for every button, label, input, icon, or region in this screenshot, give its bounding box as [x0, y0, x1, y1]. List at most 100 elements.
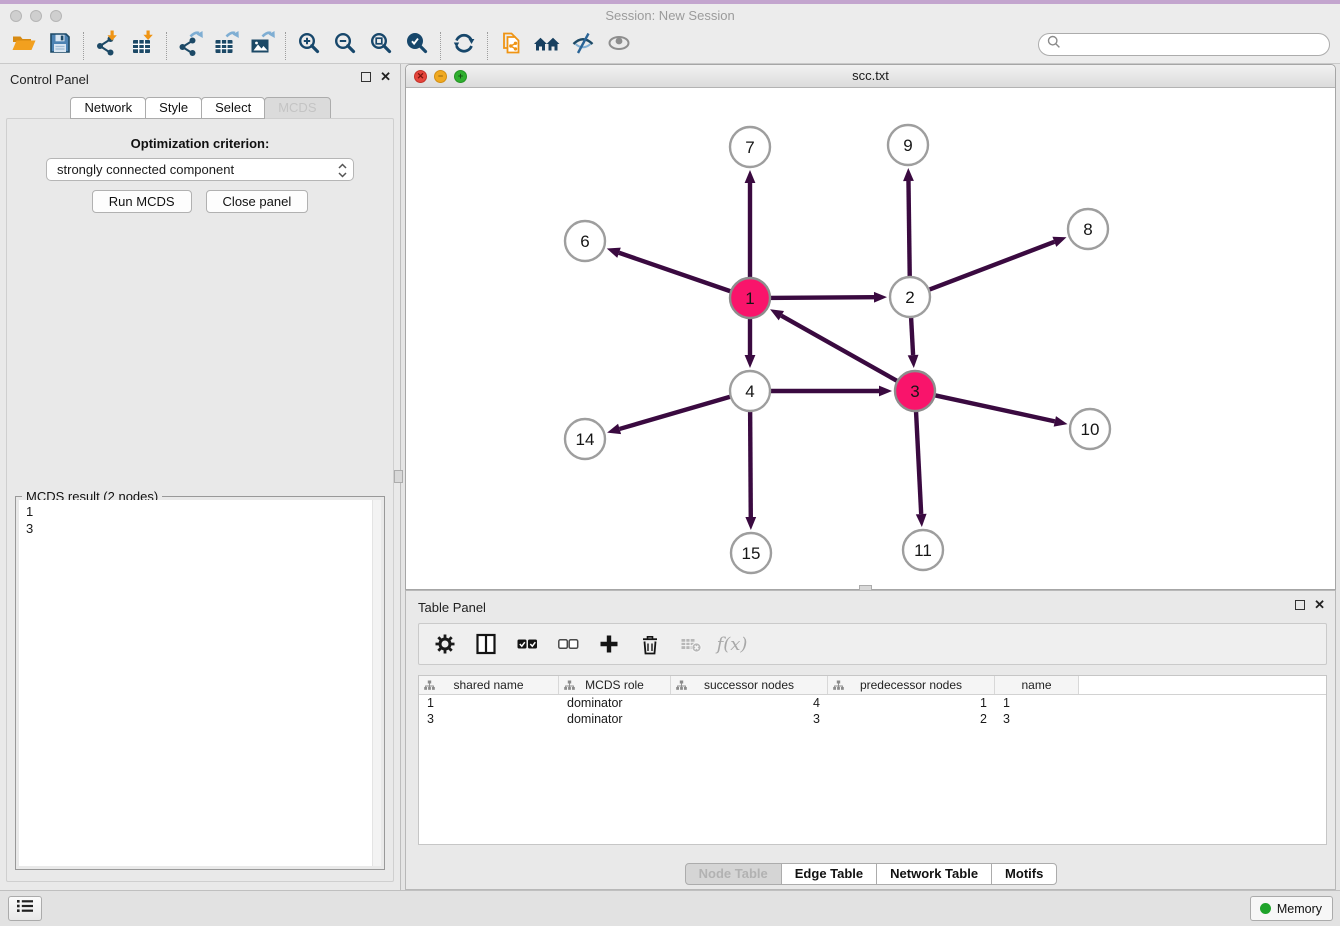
control-tab-select[interactable]: Select	[201, 97, 265, 119]
open-session-button[interactable]	[6, 30, 42, 62]
gear-icon[interactable]	[433, 632, 457, 656]
graph-edge-1-6[interactable]	[607, 248, 733, 292]
minimize-button[interactable]	[30, 10, 42, 22]
mcds-result-text[interactable]: 1 3	[19, 500, 381, 866]
column-header-name[interactable]: name	[995, 676, 1079, 694]
vertical-splitter-handle[interactable]	[394, 470, 403, 483]
table-cell[interactable]: 3	[671, 712, 828, 726]
table-row[interactable]: 3dominator323	[419, 711, 1326, 727]
function-icon[interactable]: f(x)	[720, 632, 744, 656]
import-network-button[interactable]	[89, 30, 125, 62]
table-cell[interactable]: 3	[419, 712, 559, 726]
import-table-icon	[130, 30, 156, 61]
table-row[interactable]: 1dominator411	[419, 695, 1326, 711]
zoom-selected-button[interactable]	[399, 30, 435, 62]
table-tab-motifs[interactable]: Motifs	[991, 863, 1057, 885]
graph-node-14[interactable]: 14	[565, 419, 605, 459]
memory-button[interactable]: Memory	[1250, 896, 1333, 921]
search-input[interactable]	[1066, 35, 1329, 54]
close-button[interactable]	[10, 10, 22, 22]
float-panel-icon[interactable]	[1295, 600, 1305, 610]
graph-node-3[interactable]: 3	[895, 371, 935, 411]
graph-edge-4-3[interactable]	[768, 386, 892, 397]
graph-node-9[interactable]: 9	[888, 125, 928, 165]
eye-slash-button[interactable]	[565, 30, 601, 62]
refresh-button[interactable]	[446, 30, 482, 62]
search-field[interactable]	[1038, 33, 1330, 56]
graph-edge-2-8[interactable]	[927, 237, 1067, 291]
svg-text:7: 7	[745, 138, 754, 157]
graph-node-7[interactable]: 7	[730, 127, 770, 167]
close-panel-icon[interactable]: ✕	[380, 72, 391, 82]
graph-edge-1-2[interactable]	[768, 292, 887, 303]
zoom-out-button[interactable]	[327, 30, 363, 62]
column-header-predecessor-nodes[interactable]: predecessor nodes	[828, 676, 995, 694]
graph-node-10[interactable]: 10	[1070, 409, 1110, 449]
table-cell[interactable]: dominator	[559, 712, 671, 726]
graph-node-2[interactable]: 2	[890, 277, 930, 317]
graph-node-15[interactable]: 15	[731, 533, 771, 573]
table-cell[interactable]: 2	[828, 712, 995, 726]
close-button[interactable]: ✕	[414, 70, 427, 83]
graph-edge-1-7[interactable]	[745, 170, 756, 280]
select-all-icon[interactable]	[515, 632, 539, 656]
graph-edge-4-15[interactable]	[745, 409, 756, 530]
graph-node-8[interactable]: 8	[1068, 209, 1108, 249]
zoom-fit-button[interactable]	[363, 30, 399, 62]
table-cell[interactable]: 1	[828, 696, 995, 710]
graph-edge-4-14[interactable]	[607, 396, 733, 434]
graph-node-11[interactable]: 11	[903, 530, 943, 570]
delete-table-icon[interactable]	[679, 632, 703, 656]
graph-edge-1-4[interactable]	[745, 316, 756, 368]
column-header-MCDS-role[interactable]: MCDS role	[559, 676, 671, 694]
float-panel-icon[interactable]	[361, 72, 371, 82]
graph-edge-3-1[interactable]	[770, 309, 899, 382]
graph-node-1[interactable]: 1	[730, 278, 770, 318]
svg-text:10: 10	[1081, 420, 1100, 439]
export-table-button[interactable]	[208, 30, 244, 62]
import-table-button[interactable]	[125, 30, 161, 62]
export-image-button[interactable]	[244, 30, 280, 62]
table-tab-node-table[interactable]: Node Table	[685, 863, 782, 885]
zoom-button[interactable]	[50, 10, 62, 22]
close-panel-icon[interactable]: ✕	[1314, 600, 1325, 610]
deselect-all-icon[interactable]	[556, 632, 580, 656]
zoom-button[interactable]: +	[454, 70, 467, 83]
table-cell[interactable]: 4	[671, 696, 828, 710]
column-header-shared-name[interactable]: shared name	[419, 676, 559, 694]
graph-node-6[interactable]: 6	[565, 221, 605, 261]
eye-button[interactable]	[601, 30, 637, 62]
control-tab-mcds[interactable]: MCDS	[264, 97, 330, 119]
control-tab-network[interactable]: Network	[70, 97, 146, 119]
table-tab-edge-table[interactable]: Edge Table	[781, 863, 877, 885]
column-header-successor-nodes[interactable]: successor nodes	[671, 676, 828, 694]
table-tab-network-table[interactable]: Network Table	[876, 863, 992, 885]
graph-edge-3-11[interactable]	[916, 409, 927, 527]
export-network-button[interactable]	[172, 30, 208, 62]
graph-node-4[interactable]: 4	[730, 371, 770, 411]
clone-network-button[interactable]	[493, 30, 529, 62]
graph-edge-3-10[interactable]	[933, 395, 1068, 427]
table-cell[interactable]: 3	[995, 712, 1079, 726]
control-tab-style[interactable]: Style	[145, 97, 202, 119]
graph-edge-2-3[interactable]	[908, 315, 919, 368]
table-cell[interactable]: dominator	[559, 696, 671, 710]
run-mcds-button[interactable]: Run MCDS	[92, 190, 192, 213]
minimize-button[interactable]: −	[434, 70, 447, 83]
plus-icon[interactable]	[597, 632, 621, 656]
graph-edge-2-9[interactable]	[903, 168, 914, 279]
table-cell[interactable]: 1	[995, 696, 1079, 710]
houses-button[interactable]	[529, 30, 565, 62]
svg-text:11: 11	[914, 541, 932, 560]
network-canvas[interactable]: 7 9 6 8 1 2 4 3 14 10 15 11	[406, 89, 1335, 589]
columns-icon[interactable]	[474, 632, 498, 656]
trash-icon[interactable]	[638, 632, 662, 656]
criterion-dropdown[interactable]: strongly connected component	[46, 158, 354, 181]
result-scrollbar[interactable]	[372, 500, 381, 866]
save-session-button[interactable]	[42, 30, 78, 62]
close-panel-button[interactable]: Close panel	[206, 190, 309, 213]
task-history-button[interactable]	[8, 896, 42, 921]
network-window-titlebar[interactable]: ✕ − + scc.txt	[406, 65, 1335, 88]
table-cell[interactable]: 1	[419, 696, 559, 710]
zoom-in-button[interactable]	[291, 30, 327, 62]
